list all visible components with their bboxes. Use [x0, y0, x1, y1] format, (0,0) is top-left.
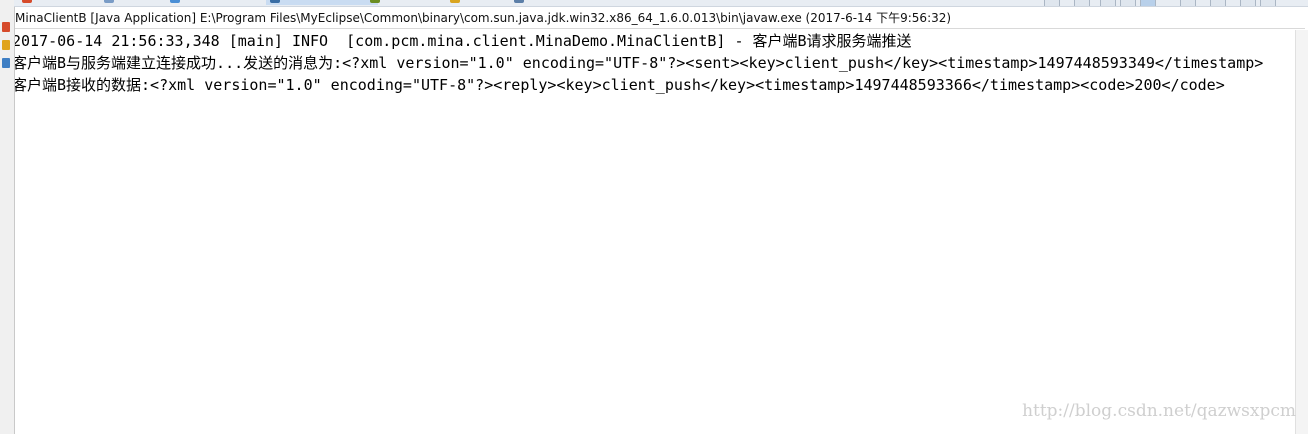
view-tab-web-browser[interactable]: ​ [166, 0, 190, 5]
console-line: 2017-06-14 21:56:33,348 [main] INFO [com… [15, 32, 912, 50]
info-marker-icon [2, 58, 10, 68]
view-tab-servers[interactable]: ​ [366, 0, 390, 5]
problems-marker-icon [2, 22, 10, 32]
remove-launch-icon[interactable] [1074, 0, 1090, 6]
database-icon [514, 0, 524, 3]
open-console-icon[interactable] [1210, 0, 1226, 6]
console-icon [270, 0, 280, 3]
pin-console-icon[interactable] [1140, 0, 1156, 6]
view-tab-db-browser[interactable]: ​ [510, 0, 534, 5]
console-line: 客户端B与服务端建立连接成功...发送的消息为:<?xml version="1… [15, 54, 1264, 72]
view-tab-tasks[interactable]: ​ [100, 0, 124, 5]
display-console-icon[interactable] [1180, 0, 1196, 6]
console-output[interactable]: 2017-06-14 21:56:33,348 [main] INFO [com… [15, 30, 1296, 434]
view-tab-strip: ​ ​ ​ ​ ​ ​ ​ [14, 0, 1308, 7]
view-tab-console[interactable]: ​ [266, 0, 378, 5]
left-gutter [0, 0, 15, 434]
scroll-lock-icon[interactable] [1120, 0, 1136, 6]
watermark: http://blog.csdn.net/qazwsxpcm [1022, 401, 1296, 421]
view-tab-problems[interactable]: ​ [18, 0, 42, 5]
browser-icon [170, 0, 180, 3]
servers-icon [370, 0, 380, 3]
minimize-icon[interactable] [1240, 0, 1256, 6]
clear-console-icon[interactable] [1100, 0, 1116, 6]
problems-icon [22, 0, 32, 3]
maximize-icon[interactable] [1260, 0, 1276, 6]
terminate-icon[interactable] [1044, 0, 1060, 6]
view-tab-search[interactable]: ​ [446, 0, 470, 5]
console-line: 客户端B接收的数据:<?xml version="1.0" encoding="… [15, 76, 1225, 94]
console-title: MinaClientB [Java Application] E:\Progra… [15, 8, 1305, 29]
vertical-scrollbar[interactable] [1295, 30, 1308, 434]
warning-marker-icon [2, 40, 10, 50]
tasks-icon [104, 0, 114, 3]
search-icon [450, 0, 460, 3]
